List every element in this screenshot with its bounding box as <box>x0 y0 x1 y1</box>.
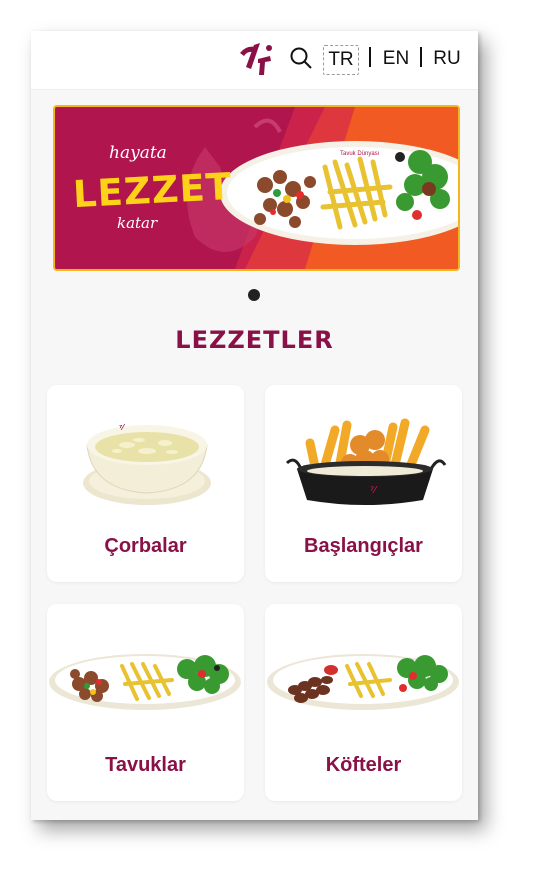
promo-banner[interactable]: Tavuk Dünyası hayata LEZZET katar <box>53 105 460 271</box>
soup-bowl-image: ⁷⁄ <box>83 423 211 505</box>
plate-brand: Tavuk Dünyası <box>340 151 380 157</box>
meatball-platter-image <box>267 654 459 710</box>
app-frame: TR EN RU Tavuk Dünyası hayata LEZZET kat… <box>31 31 478 820</box>
banner-tagline-top: hayata <box>109 143 167 163</box>
language-separator <box>369 47 371 67</box>
chicken-platter-image <box>49 654 241 710</box>
category-label: Tavuklar <box>105 754 186 776</box>
category-card-baslangiclar[interactable]: ⁷⁄ Başlangıçlar <box>265 385 462 582</box>
search-icon[interactable] <box>289 46 313 70</box>
language-ru[interactable]: RU <box>432 45 462 73</box>
category-card-tavuklar[interactable]: Tavuklar <box>47 604 244 801</box>
category-label: Başlangıçlar <box>304 535 423 557</box>
top-header: TR EN RU <box>31 31 478 90</box>
brand-logo[interactable] <box>236 39 276 79</box>
category-card-corbalar[interactable]: ⁷⁄ Çorbalar <box>47 385 244 582</box>
banner-tagline-bottom: katar <box>117 214 158 232</box>
category-label: Çorbalar <box>104 535 187 557</box>
section-title: LEZZETLER <box>175 326 334 354</box>
carousel-dot-active[interactable] <box>248 289 260 301</box>
language-tr[interactable]: TR <box>323 45 359 75</box>
category-label: Köfteler <box>325 754 402 776</box>
fries-basket-image: ⁷⁄ <box>285 418 447 505</box>
category-card-kofteler[interactable]: Köfteler <box>265 604 462 801</box>
language-en[interactable]: EN <box>381 45 411 73</box>
language-separator <box>420 47 422 67</box>
banner-headline: LEZZET <box>71 164 234 217</box>
